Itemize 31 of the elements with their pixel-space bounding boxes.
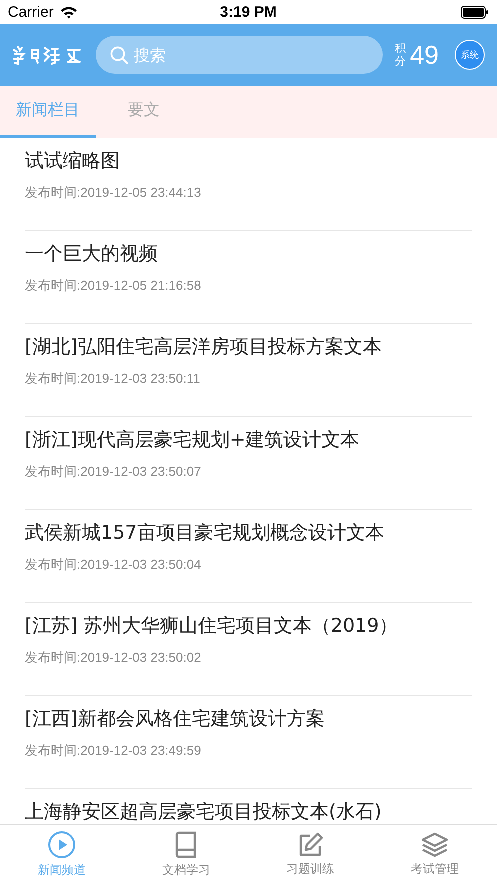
publish-date: 发布时间:2019-12-05 21:16:58 (25, 277, 202, 295)
publish-date: 发布时间:2019-12-03 23:50:07 (25, 463, 202, 481)
book-icon (174, 831, 198, 859)
status-time: 3:19 PM (220, 4, 277, 20)
news-title[interactable]: 试试缩略图 (25, 148, 472, 174)
news-title[interactable]: [浙江]现代高层豪宅规划+建筑设计文本 (25, 427, 472, 453)
publish-date: 发布时间:2019-12-03 23:50:04 (25, 556, 202, 574)
wifi-icon (60, 6, 78, 18)
tab-bar-item[interactable]: 习题训练 (248, 825, 373, 883)
publish-date: 发布时间:2019-12-03 23:50:11 (25, 370, 202, 388)
search-field[interactable]: 搜索 (96, 36, 384, 74)
publish-date: 发布时间:2019-12-03 23:50:02 (25, 649, 202, 667)
tab-bar-item[interactable]: 考试管理 (372, 825, 497, 883)
search-icon (110, 46, 129, 65)
news-title[interactable]: [江西]新都会风格住宅建筑设计方案 (25, 706, 472, 732)
news-title[interactable]: 上海静安区超高层豪宅项目投标文本(水石) (25, 799, 472, 824)
news-title[interactable]: [湖北]弘阳住宅高层洋房项目投标方案文本 (25, 334, 472, 360)
logo-icon (12, 44, 84, 66)
publish-date: 发布时间:2019-12-05 23:44:13 (25, 184, 202, 202)
publish-date: 发布时间:2019-12-03 23:49:59 (25, 742, 202, 760)
battery-icon (461, 6, 489, 18)
layers-icon (420, 832, 449, 858)
news-title[interactable]: [江苏] 苏州大华狮山住宅项目文本（2019） (25, 613, 472, 639)
news-title[interactable]: 一个巨大的视频 (25, 241, 472, 267)
play-icon (48, 831, 76, 859)
points-label: 积分 (395, 42, 408, 68)
news-title[interactable]: 武侯新城157亩项目豪宅规划概念设计文本 (25, 520, 472, 546)
edit-icon (298, 832, 324, 858)
tab-bar-item[interactable]: 文档学习 (124, 825, 248, 883)
points-value: 49 (410, 40, 439, 70)
carrier-label: Carrier (8, 4, 54, 20)
